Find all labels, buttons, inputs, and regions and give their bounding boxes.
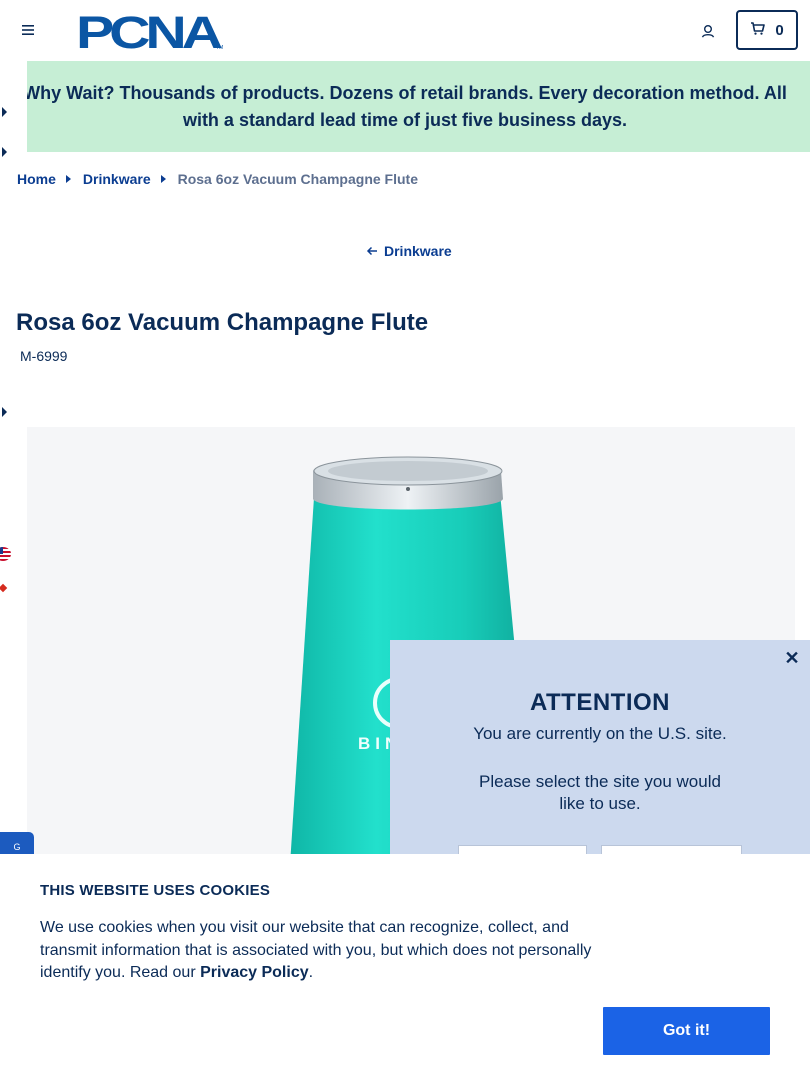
- attention-message: You are currently on the U.S. site.: [473, 724, 727, 743]
- breadcrumb-current: Rosa 6oz Vacuum Champagne Flute: [177, 171, 418, 187]
- canada-flag-icon[interactable]: [0, 581, 11, 595]
- product-sku: M-6999: [20, 348, 68, 364]
- promo-text: Why Wait? Thousands of products. Dozens …: [23, 82, 787, 130]
- pcna-logo[interactable]: PCNA TM: [76, 7, 226, 58]
- menu-icon[interactable]: [18, 20, 38, 40]
- breadcrumb: Home Drinkware Rosa 6oz Vacuum Champagne…: [17, 170, 418, 188]
- site-header: PCNA TM 0: [0, 0, 810, 61]
- cookie-body-period: .: [308, 964, 314, 981]
- svg-text:TM: TM: [216, 45, 223, 51]
- attention-modal: ✕ ATTENTION You are currently on the U.S…: [390, 640, 810, 885]
- cart-count: 0: [775, 21, 784, 39]
- back-link-label: Drinkware: [384, 243, 452, 259]
- account-icon[interactable]: [697, 20, 719, 42]
- privacy-policy-link[interactable]: Privacy Policy: [200, 964, 309, 981]
- breadcrumb-drinkware[interactable]: Drinkware: [83, 171, 151, 187]
- chevron-right-icon: [160, 175, 166, 183]
- cookie-title: THIS WEBSITE USES COOKIES: [40, 882, 271, 899]
- cart-button[interactable]: 0: [736, 10, 798, 50]
- feedback-tab-label: G: [13, 842, 21, 852]
- promo-banner: Why Wait? Thousands of products. Dozens …: [0, 61, 810, 152]
- attention-prompt: Please select the site you would like to…: [479, 772, 721, 813]
- chevron-right-icon: [65, 175, 71, 183]
- accept-cookies-button[interactable]: Got it!: [603, 1007, 770, 1055]
- cookie-body-text: We use cookies when you visit our websit…: [40, 919, 592, 981]
- cookie-body: We use cookies when you visit our websit…: [40, 917, 600, 985]
- logo-text: PCNA: [76, 11, 222, 51]
- expand-caret-icon[interactable]: [2, 107, 7, 117]
- attention-title: ATTENTION: [529, 689, 671, 716]
- close-icon[interactable]: ✕: [784, 649, 800, 667]
- cookie-banner: THIS WEBSITE USES COOKIES We use cookies…: [0, 854, 810, 1080]
- expand-caret-icon[interactable]: [2, 147, 7, 157]
- cart-icon: [750, 21, 766, 39]
- back-link[interactable]: Drinkware: [366, 242, 452, 260]
- product-title: Rosa 6oz Vacuum Champagne Flute: [16, 309, 429, 336]
- arrow-left-icon: [366, 243, 378, 259]
- breadcrumb-home[interactable]: Home: [17, 171, 56, 187]
- expand-caret-icon[interactable]: [2, 407, 7, 417]
- us-flag-icon[interactable]: [0, 547, 11, 561]
